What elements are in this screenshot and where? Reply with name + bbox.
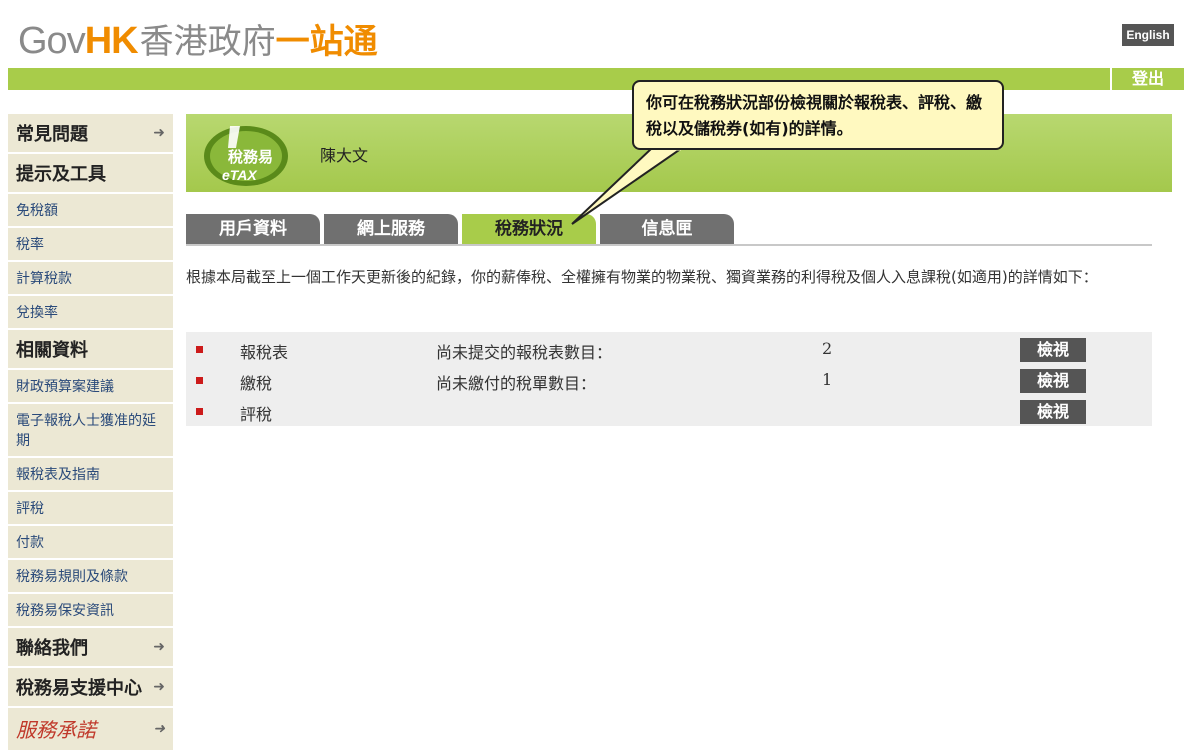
- bullet-icon: [196, 346, 203, 353]
- sidebar-item-label: 稅率: [16, 237, 44, 253]
- sidebar-item-11[interactable]: 付款: [8, 526, 173, 560]
- sidebar-item-label: 服務承諾: [16, 718, 96, 742]
- view-button[interactable]: 檢視: [1020, 338, 1086, 362]
- summary-row-label: 評稅: [240, 405, 273, 424]
- sidebar-item-4[interactable]: 計算稅款: [8, 262, 173, 296]
- sidebar-item-12[interactable]: 稅務易規則及條款: [8, 560, 173, 594]
- sidebar-item-6[interactable]: 相關資料: [8, 330, 173, 370]
- sidebar-item-9[interactable]: 報稅表及指南: [8, 458, 173, 492]
- sidebar-item-label: 付款: [16, 535, 44, 551]
- arrow-right-icon: ➜: [153, 721, 165, 737]
- status-intro-text: 根據本局截至上一個工作天更新後的紀錄，你的薪俸稅、全權擁有物業的物業稅、獨資業務…: [186, 268, 1098, 286]
- sidebar-item-label: 報稅表及指南: [16, 467, 100, 483]
- summary-row-count: 1: [822, 370, 833, 389]
- summary-row: 評稅 檢視: [186, 396, 1152, 427]
- sidebar-item-8[interactable]: 電子報稅人士獲准的延期: [8, 404, 173, 458]
- tab-0[interactable]: 用戶資料: [186, 214, 320, 244]
- sidebar-item-2[interactable]: 免稅額: [8, 194, 173, 228]
- arrow-right-icon: ➜: [153, 125, 165, 141]
- bullet-icon: [196, 408, 203, 415]
- sidebar-nav: 常見問題 ➜ 提示及工具免稅額稅率計算稅款兌換率相關資料財政預算案建議電子報稅人士獲…: [8, 114, 173, 752]
- tab-1[interactable]: 網上服務: [324, 214, 458, 244]
- summary-row-label: 繳稅: [240, 374, 273, 393]
- summary-row-desc: 尚未繳付的稅單數目：: [436, 374, 597, 393]
- tax-status-summary: 報稅表 尚未提交的報稅表數目： 2 檢視 繳稅 尚未繳付的稅單數目： 1 檢視 評稅 檢視: [186, 332, 1152, 426]
- etax-logo-zh: 稅務易: [228, 148, 273, 166]
- sidebar-item-7[interactable]: 財政預算案建議: [8, 370, 173, 404]
- summary-row: 報稅表 尚未提交的報稅表數目： 2 檢視: [186, 334, 1152, 365]
- sidebar-item-label: 評稅: [16, 501, 44, 517]
- sidebar-item-label: 財政預算案建議: [16, 379, 114, 395]
- callout-pointer: [571, 148, 684, 225]
- sidebar-item-label: 提示及工具: [16, 164, 106, 185]
- bullet-icon: [196, 377, 203, 384]
- sidebar-item-3[interactable]: 稅率: [8, 228, 173, 262]
- summary-row-desc: 尚未提交的報稅表數目：: [436, 343, 613, 362]
- sidebar-item-5[interactable]: 兌換率: [8, 296, 173, 330]
- sidebar-item-15[interactable]: 稅務易支援中心 ➜: [8, 668, 173, 708]
- logo-gov-text: Gov: [18, 20, 86, 62]
- sidebar-item-0[interactable]: 常見問題 ➜: [8, 114, 173, 154]
- sidebar-item-label: 相關資料: [16, 340, 88, 361]
- sidebar-item-16[interactable]: 服務承諾 ➜: [8, 708, 173, 752]
- sidebar-item-10[interactable]: 評稅: [8, 492, 173, 526]
- view-button[interactable]: 檢視: [1020, 400, 1086, 424]
- logout-button[interactable]: 登出: [1110, 68, 1184, 90]
- sidebar-item-label: 電子報稅人士獲准的延期: [16, 413, 156, 449]
- sidebar-item-label: 稅務易規則及條款: [16, 569, 128, 585]
- sidebar-item-label: 計算稅款: [16, 271, 72, 287]
- etax-logo-en: eTAX: [222, 167, 258, 183]
- summary-row-count: 2: [822, 339, 833, 358]
- sidebar-item-label: 稅務易保安資訊: [16, 603, 114, 619]
- logo-hk-text: HK: [84, 20, 139, 62]
- govhk-logo[interactable]: Gov HK 香港政府 一站通: [18, 14, 378, 62]
- sidebar-item-label: 稅務易支援中心: [16, 678, 142, 699]
- sidebar-item-label: 常見問題: [16, 124, 88, 145]
- user-name: 陳大文: [320, 146, 369, 165]
- etax-logo-icon: 稅務易 eTAX: [204, 126, 288, 186]
- arrow-right-icon: ➜: [153, 679, 165, 695]
- sidebar-item-1[interactable]: 提示及工具: [8, 154, 173, 194]
- sidebar-item-label: 兌換率: [16, 305, 58, 321]
- english-language-button[interactable]: English: [1122, 24, 1174, 46]
- arrow-right-icon: ➜: [153, 639, 165, 655]
- view-button[interactable]: 檢視: [1020, 369, 1086, 393]
- sidebar-item-14[interactable]: 聯絡我們 ➜: [8, 628, 173, 668]
- logo-zh-accent-text: 一站通: [275, 22, 378, 62]
- summary-row: 繳稅 尚未繳付的稅單數目： 1 檢視: [186, 365, 1152, 396]
- sidebar-item-label: 聯絡我們: [16, 638, 88, 659]
- sidebar-item-13[interactable]: 稅務易保安資訊: [8, 594, 173, 628]
- sidebar-item-label: 免稅額: [16, 203, 58, 219]
- summary-row-label: 報稅表: [240, 343, 289, 362]
- top-green-bar: [8, 68, 1184, 90]
- logo-zh-text: 香港政府: [139, 22, 276, 62]
- help-callout: 你可在稅務狀況部份檢視關於報稅表、評稅、繳稅以及儲稅券(如有)的詳情。: [632, 80, 1004, 150]
